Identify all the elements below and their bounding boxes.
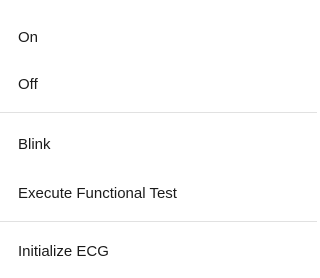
menu-item-blink[interactable]: Blink	[0, 121, 317, 167]
menu-item-on[interactable]: On	[0, 14, 317, 60]
menu-item-label: Initialize ECG	[18, 242, 109, 260]
context-menu: On Off Blink Execute Functional Test Ini…	[0, 0, 317, 278]
menu-item-label: Off	[18, 75, 38, 93]
menu-item-label: Blink	[18, 135, 51, 153]
menu-item-label: Execute Functional Test	[18, 184, 177, 202]
menu-item-label: On	[18, 28, 39, 46]
menu-separator	[0, 221, 317, 222]
menu-item-execute-functional-test[interactable]: Execute Functional Test	[0, 170, 317, 216]
menu-item-initialize-ecg[interactable]: Initialize ECG	[0, 228, 317, 274]
menu-item-off[interactable]: Off	[0, 61, 317, 107]
menu-separator	[0, 112, 317, 113]
